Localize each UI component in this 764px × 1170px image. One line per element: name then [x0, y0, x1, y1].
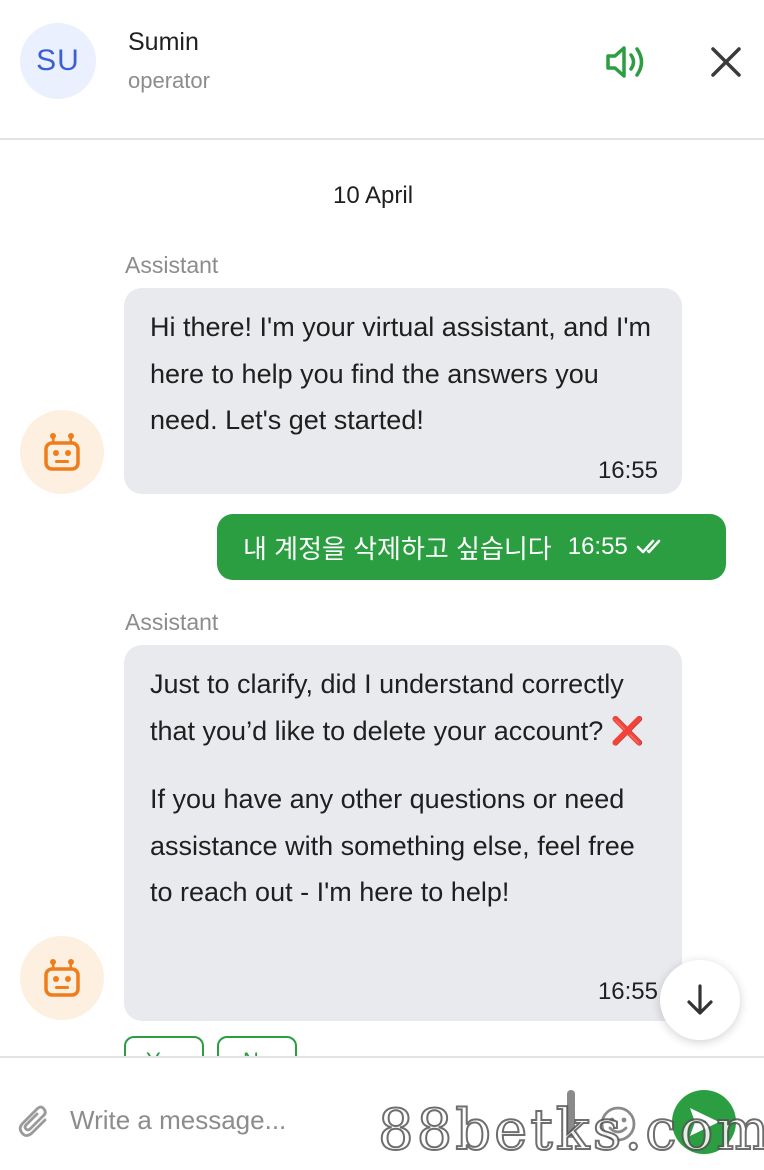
message-text: Just to clarify, did I understand correc…	[150, 669, 645, 746]
attach-button[interactable]	[14, 1102, 54, 1142]
close-button[interactable]	[702, 38, 750, 86]
message-time: 16:55	[597, 457, 658, 484]
message-composer	[0, 1056, 764, 1170]
volume-icon	[606, 46, 644, 78]
quick-reply-yes-button[interactable]: Yes	[124, 1036, 204, 1056]
arrow-down-icon	[687, 984, 713, 1015]
scroll-to-bottom-button[interactable]	[660, 960, 740, 1040]
voice-button[interactable]	[560, 1088, 582, 1140]
send-button[interactable]	[672, 1090, 736, 1154]
bot-avatar	[20, 410, 104, 494]
incoming-message: Just to clarify, did I understand correc…	[124, 645, 682, 1021]
outgoing-message: 내 계정을 삭제하고 싶습니다 16:55	[217, 514, 726, 580]
microphone-icon	[567, 1090, 575, 1138]
sound-toggle-button[interactable]	[600, 38, 652, 86]
paperclip-icon	[18, 1105, 47, 1137]
sender-label: Assistant	[125, 609, 219, 635]
message-text: If you have any other questions or need …	[150, 784, 635, 907]
read-receipt-icon	[636, 538, 666, 556]
operator-avatar: SU	[20, 23, 96, 99]
avatar-initials: SU	[36, 44, 80, 77]
message-list[interactable]: 10 April Assistant Hi there! I'm your vi…	[0, 142, 764, 1056]
robot-icon	[44, 959, 80, 997]
incoming-message: Hi there! I'm your virtual assistant, an…	[124, 288, 682, 494]
message-text: 내 계정을 삭제하고 싶습니다	[243, 533, 552, 564]
smiley-icon	[600, 1106, 636, 1142]
send-icon	[690, 1108, 719, 1136]
bot-avatar	[20, 936, 104, 1020]
quick-replies: Yes No	[124, 1036, 297, 1056]
quick-reply-no-button[interactable]: No	[217, 1036, 297, 1056]
message-text: Hi there! I'm your virtual assistant, an…	[150, 312, 651, 435]
message-input[interactable]	[70, 1098, 540, 1142]
robot-icon	[44, 433, 80, 471]
chat-header: SU Sumin operator	[0, 0, 764, 140]
operator-role: operator	[128, 68, 210, 93]
close-icon	[711, 47, 741, 77]
emoji-button[interactable]	[596, 1102, 640, 1146]
date-separator: 10 April	[332, 182, 414, 209]
operator-name: Sumin	[128, 28, 199, 56]
message-time: 16:55	[567, 533, 628, 560]
sender-label: Assistant	[125, 252, 219, 278]
message-time: 16:55	[597, 978, 658, 1005]
